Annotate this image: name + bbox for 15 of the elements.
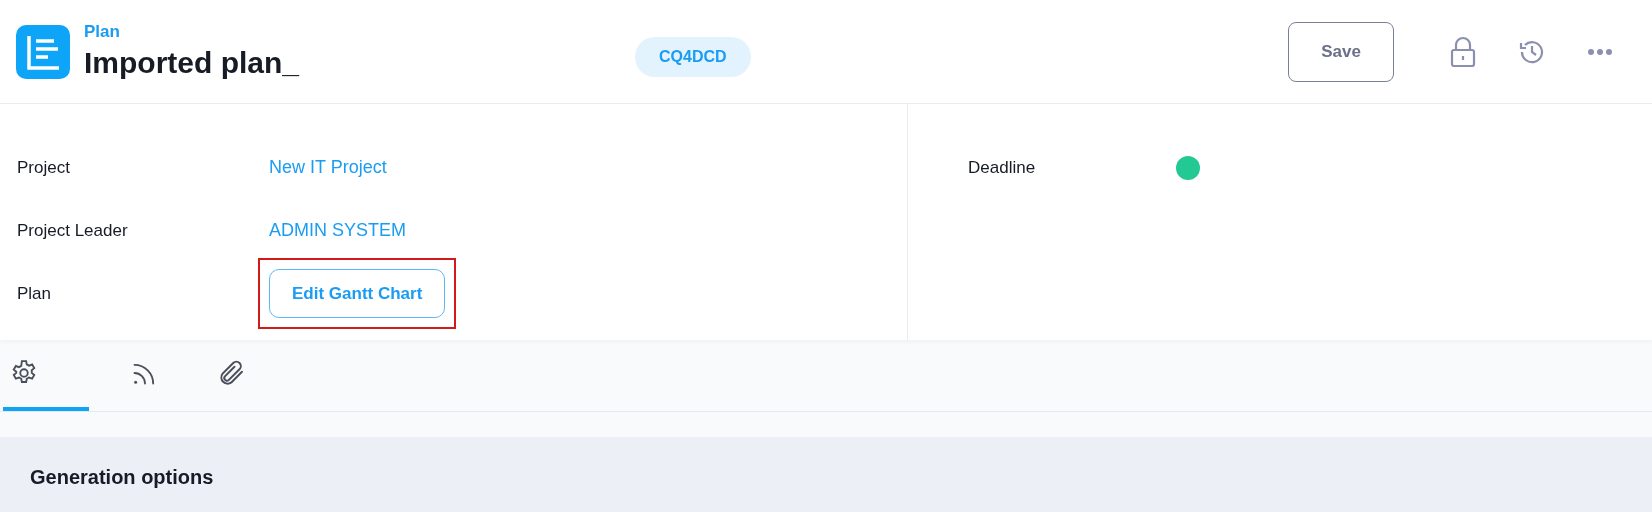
save-button[interactable]: Save xyxy=(1288,21,1394,82)
plan-code-badge: CQ4DCD xyxy=(635,36,751,77)
field-label: Project Leader xyxy=(16,219,129,242)
field-label: Plan xyxy=(16,282,53,305)
field-link[interactable]: ADMIN SYSTEM xyxy=(269,217,406,244)
lock-icon[interactable] xyxy=(1450,35,1476,68)
field-label: Project xyxy=(16,156,71,179)
field-link[interactable]: New IT Project xyxy=(269,154,387,181)
edit-gantt-button[interactable]: Edit Gantt Chart xyxy=(269,269,446,318)
page-title: Imported plan_ xyxy=(84,44,300,81)
breadcrumb-link[interactable]: Plan xyxy=(84,21,300,42)
section-title: Generation options xyxy=(30,465,214,490)
field-label: Deadline xyxy=(967,156,1037,179)
plan-logo-icon xyxy=(16,24,70,79)
more-icon[interactable] xyxy=(1588,47,1612,56)
